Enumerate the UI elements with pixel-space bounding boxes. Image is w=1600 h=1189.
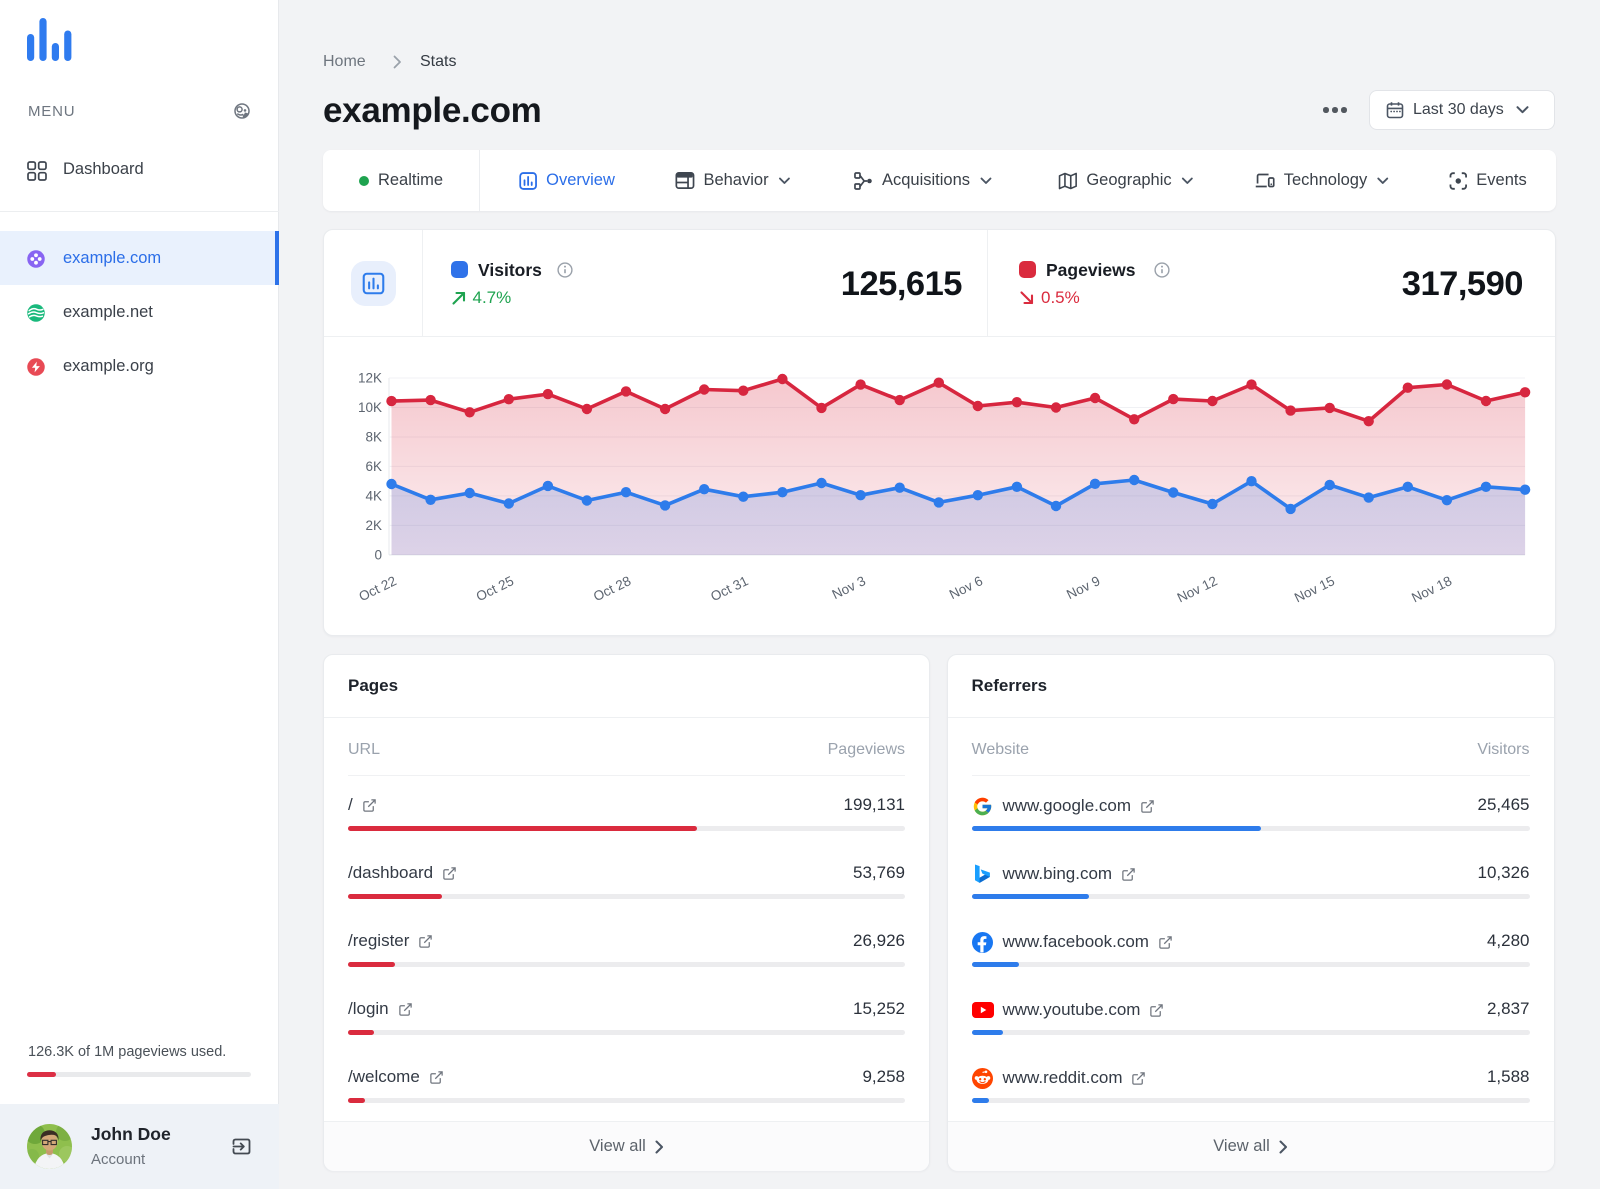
svg-text:2K: 2K: [365, 518, 382, 533]
svg-text:6K: 6K: [365, 459, 382, 474]
svg-text:Oct 28: Oct 28: [591, 573, 633, 604]
svg-text:8K: 8K: [365, 430, 382, 445]
svg-text:Oct 31: Oct 31: [708, 573, 750, 604]
svg-text:Nov 15: Nov 15: [1292, 573, 1337, 605]
svg-text:12K: 12K: [358, 371, 382, 386]
svg-text:10K: 10K: [358, 400, 382, 415]
svg-text:4K: 4K: [365, 489, 382, 504]
svg-text:Nov 3: Nov 3: [830, 573, 868, 602]
svg-text:Oct 25: Oct 25: [474, 573, 516, 604]
svg-text:Nov 6: Nov 6: [947, 573, 985, 602]
svg-text:Nov 9: Nov 9: [1064, 573, 1102, 602]
svg-text:0: 0: [374, 548, 382, 563]
svg-text:Oct 22: Oct 22: [356, 573, 398, 604]
svg-text:Nov 18: Nov 18: [1409, 573, 1454, 605]
svg-text:Nov 12: Nov 12: [1175, 573, 1220, 605]
